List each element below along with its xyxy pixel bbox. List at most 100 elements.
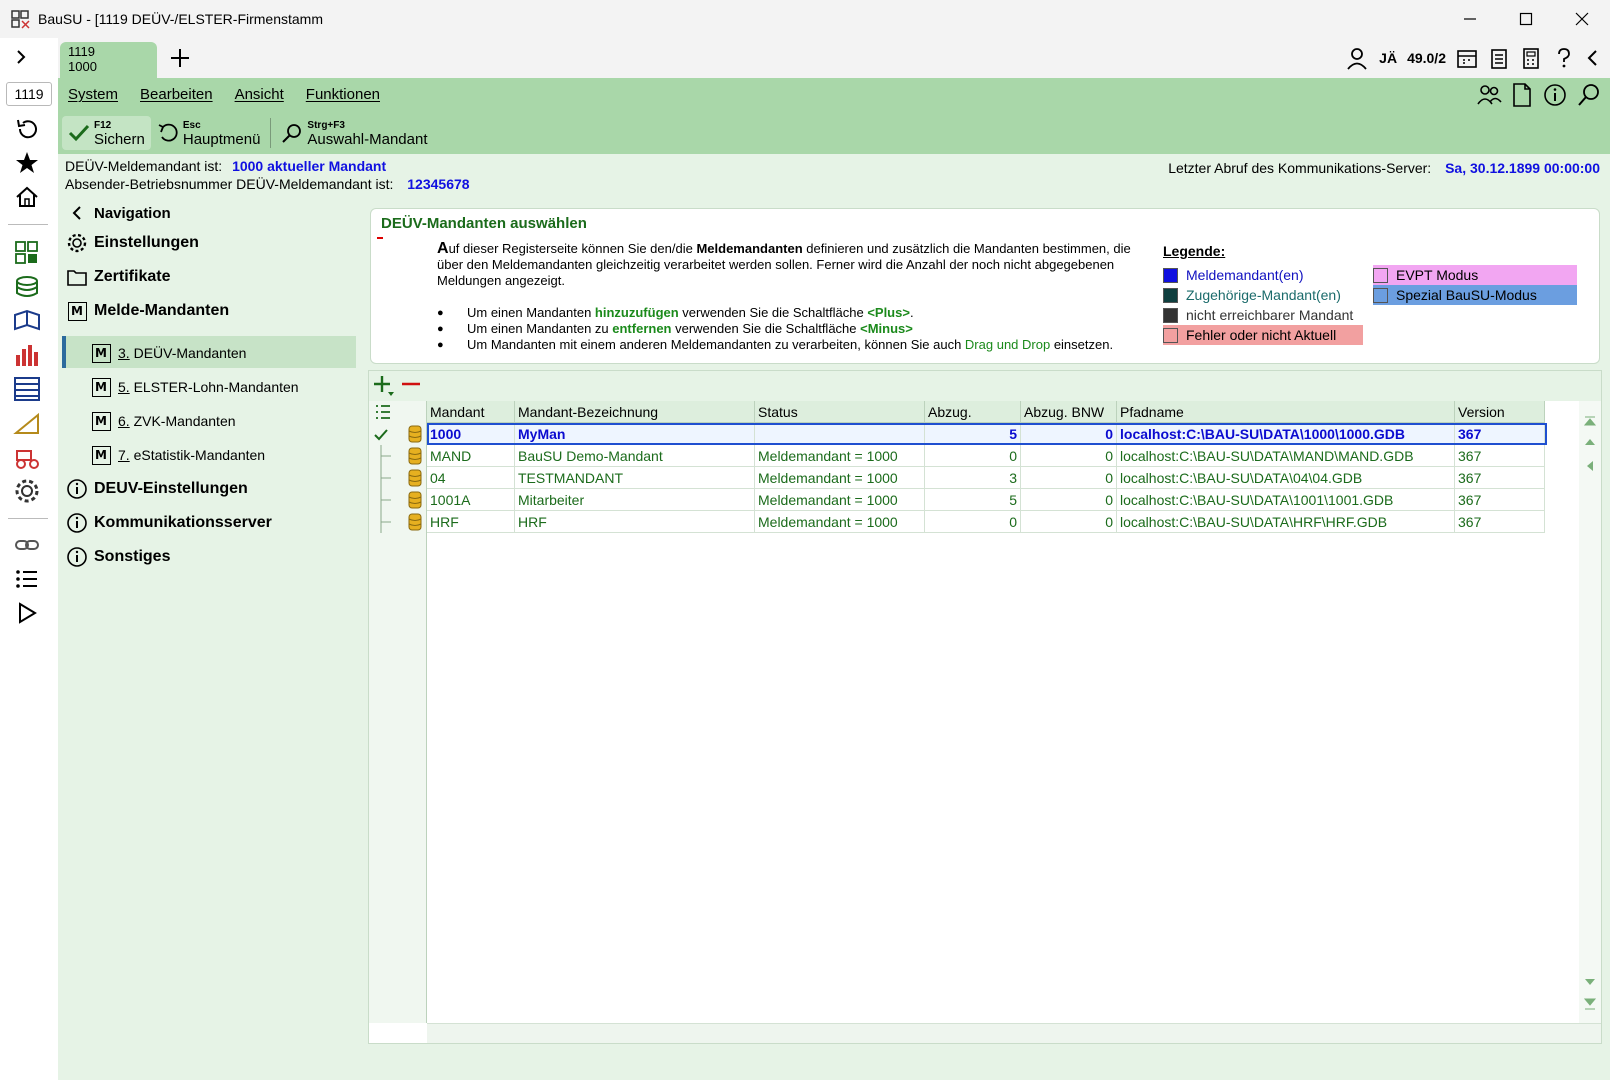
run-button[interactable] [10, 598, 44, 628]
chevron-left-icon[interactable] [1584, 47, 1602, 69]
table-cell[interactable]: Meldemandant = 1000 [755, 467, 925, 489]
table-cell[interactable]: 367 [1455, 445, 1545, 467]
column-header[interactable]: Version [1455, 401, 1545, 423]
users-icon[interactable] [1476, 82, 1502, 108]
table-cell[interactable]: MAND [427, 445, 515, 467]
vertical-scrollbar[interactable] [1579, 401, 1601, 1023]
expand-rail-button[interactable] [4, 42, 38, 72]
user-icon[interactable] [1345, 46, 1369, 70]
table-cell[interactable]: 367 [1455, 467, 1545, 489]
horizontal-scrollbar[interactable] [427, 1023, 1601, 1043]
table-cell[interactable]: HRF [427, 511, 515, 533]
table-cell[interactable]: Meldemandant = 1000 [755, 445, 925, 467]
maximize-button[interactable] [1498, 0, 1554, 38]
modules-button[interactable] [10, 238, 44, 268]
nav-einstellungen[interactable]: Einstellungen [66, 228, 199, 258]
scroll-up-icons[interactable] [1579, 413, 1601, 473]
refresh-button[interactable] [10, 114, 44, 144]
nav-elster-lohn-mandanten[interactable]: M 5. ELSTER-Lohn-Mandanten [90, 372, 299, 402]
table-cell[interactable]: MyMan [515, 423, 755, 445]
table-cell[interactable]: 0 [925, 511, 1021, 533]
table-cell[interactable]: 0 [1021, 445, 1117, 467]
calendar-icon[interactable] [1456, 47, 1478, 69]
nav-deuv-mandanten[interactable]: M 3. DEÜV-Mandanten [90, 338, 246, 368]
select-mandant-button[interactable]: Strg+F3 Auswahl-Mandant [275, 116, 433, 150]
nav-sonstiges[interactable]: Sonstiges [66, 542, 170, 572]
ruler-button[interactable] [10, 408, 44, 438]
table-cell[interactable]: 0 [1021, 489, 1117, 511]
mandanten-grid-panel: Mandant Mandant-Bezeichnung Status Abzug. Ab… [368, 370, 1602, 1044]
column-header[interactable]: Abzug. BNW [1021, 401, 1117, 423]
table-cell[interactable]: 1000 [427, 423, 515, 445]
settings-button[interactable] [10, 476, 44, 506]
document-icon[interactable] [1510, 82, 1534, 108]
column-chooser-icon[interactable] [373, 402, 393, 422]
list-button[interactable] [10, 564, 44, 594]
column-header[interactable]: Mandant-Bezeichnung [515, 401, 755, 423]
table-cell[interactable]: 3 [925, 467, 1021, 489]
column-header[interactable]: Mandant [427, 401, 515, 423]
tab-1119-1000[interactable]: 1119 1000 [60, 42, 157, 78]
table-cell[interactable]: 5 [925, 423, 1021, 445]
table-cell[interactable]: BauSU Demo-Mandant [515, 445, 755, 467]
menu-ansicht[interactable]: Ansicht [235, 86, 284, 103]
nav-kommunikationsserver[interactable]: Kommunikationsserver [66, 508, 272, 538]
statistics-button[interactable] [10, 340, 44, 370]
table-cell[interactable]: 0 [925, 445, 1021, 467]
nav-melde-mandanten[interactable]: M Melde-Mandanten [66, 296, 229, 326]
book-button[interactable] [10, 306, 44, 336]
table-cell[interactable]: Meldemandant = 1000 [755, 489, 925, 511]
table-cell[interactable]: localhost:C:\BAU-SU\DATA\1000\1000.GDB [1117, 423, 1455, 445]
navigation-back[interactable]: Navigation [66, 198, 171, 228]
table-cell[interactable]: localhost:C:\BAU-SU\DATA\HRF\HRF.GDB [1117, 511, 1455, 533]
favorites-button[interactable] [10, 148, 44, 178]
column-header[interactable]: Pfadname [1117, 401, 1455, 423]
column-header[interactable]: Abzug. [925, 401, 1021, 423]
clipboard-icon[interactable] [1488, 47, 1510, 69]
table-cell[interactable]: localhost:C:\BAU-SU\DATA\MAND\MAND.GDB [1117, 445, 1455, 467]
table-cell[interactable]: 367 [1455, 489, 1545, 511]
table-cell[interactable]: TESTMANDANT [515, 467, 755, 489]
menu-bearbeiten[interactable]: Bearbeiten [140, 86, 213, 103]
table-cell[interactable]: 0 [1021, 467, 1117, 489]
scroll-down-icons[interactable] [1579, 969, 1601, 1019]
table-cell[interactable]: HRF [515, 511, 755, 533]
add-row-icon[interactable] [371, 373, 397, 399]
close-button[interactable] [1554, 0, 1610, 38]
link-button[interactable] [10, 530, 44, 560]
table-cell[interactable]: 5 [925, 489, 1021, 511]
main-menu-button[interactable]: Esc Hauptmenü [151, 116, 267, 150]
table-cell[interactable]: Mitarbeiter [515, 489, 755, 511]
table-cell[interactable]: 1001A [427, 489, 515, 511]
table-cell[interactable]: localhost:C:\BAU-SU\DATA\1001\1001.GDB [1117, 489, 1455, 511]
table-cell[interactable]: 04 [427, 467, 515, 489]
machines-button[interactable] [10, 442, 44, 472]
column-header[interactable]: Status [755, 401, 925, 423]
nav-deuv-einstellungen[interactable]: DEUV-Einstellungen [66, 474, 248, 504]
home-button[interactable] [10, 182, 44, 212]
mandant-field[interactable]: 1119 [6, 82, 52, 106]
nav-estatistik-mandanten[interactable]: M 7. eStatistik-Mandanten [90, 440, 265, 470]
remove-row-icon[interactable] [399, 373, 425, 399]
nav-zertifikate[interactable]: Zertifikate [66, 262, 170, 292]
table-cell[interactable]: localhost:C:\BAU-SU\DATA\04\04.GDB [1117, 467, 1455, 489]
help-icon[interactable] [1552, 47, 1574, 69]
save-button[interactable]: F12 Sichern [62, 116, 151, 150]
mandanten-table: Mandant Mandant-Bezeichnung Status Abzug. Ab… [369, 401, 1579, 1023]
table-cell[interactable]: 367 [1455, 423, 1545, 445]
menu-funktionen[interactable]: Funktionen [306, 86, 380, 103]
menu-system[interactable]: System [68, 86, 118, 103]
finance-button[interactable] [10, 272, 44, 302]
table-cell[interactable]: 0 [1021, 511, 1117, 533]
nav-zvk-mandanten[interactable]: M 6. ZVK-Mandanten [90, 406, 236, 436]
info-icon[interactable] [1542, 82, 1568, 108]
calculator-icon[interactable] [1520, 47, 1542, 69]
search-icon[interactable] [1576, 82, 1602, 108]
table-button[interactable] [10, 374, 44, 404]
table-cell[interactable]: 367 [1455, 511, 1545, 533]
table-cell[interactable]: 0 [1021, 423, 1117, 445]
table-cell[interactable]: Meldemandant = 1000 [755, 511, 925, 533]
new-tab-button[interactable] [166, 44, 194, 72]
minimize-button[interactable] [1442, 0, 1498, 38]
table-cell[interactable] [755, 423, 925, 445]
